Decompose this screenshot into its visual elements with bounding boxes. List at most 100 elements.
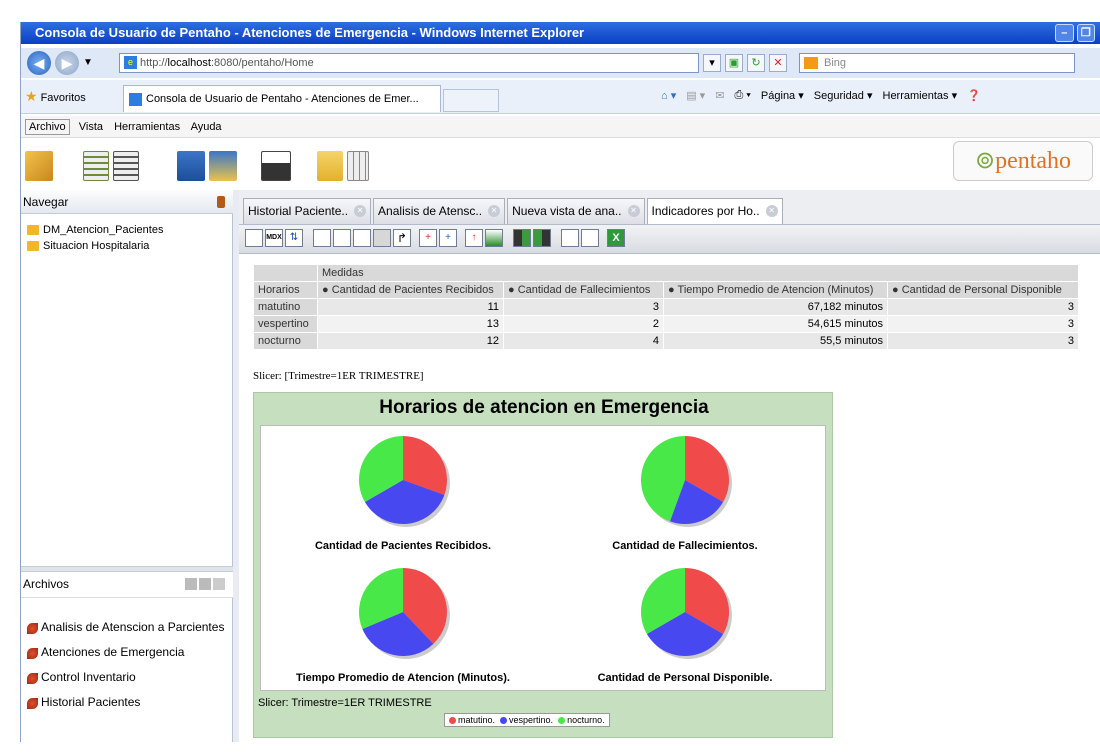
- folder-icon[interactable]: [317, 151, 343, 181]
- refresh-icon[interactable]: [217, 196, 225, 208]
- save-as-icon[interactable]: [209, 151, 237, 181]
- forward-button[interactable]: ▶: [55, 51, 79, 75]
- command-page[interactable]: Página ▾: [761, 89, 804, 102]
- new-tab-button[interactable]: [443, 89, 499, 112]
- help-icon[interactable]: ❓: [967, 89, 981, 102]
- menu-ayuda[interactable]: Ayuda: [191, 121, 222, 133]
- url-path: :8080/pentaho/Home: [210, 57, 314, 69]
- column-header[interactable]: ● Cantidad de Fallecimientos: [503, 281, 664, 299]
- folder-icon: [27, 241, 39, 251]
- column-header[interactable]: ● Tiempo Promedio de Atencion (Minutos): [663, 281, 888, 299]
- command-security[interactable]: Seguridad ▾: [814, 89, 873, 102]
- folder-item[interactable]: Situacion Hospitalaria: [27, 238, 163, 254]
- minimize-icon[interactable]: –: [1055, 24, 1074, 42]
- command-tools[interactable]: Herramientas ▾: [883, 89, 958, 102]
- chart-slicer-text: Slicer: Trimestre=1ER TRIMESTRE: [258, 697, 432, 709]
- close-icon[interactable]: ✕: [627, 205, 640, 217]
- files-title: Archivos: [23, 577, 70, 591]
- tab-analisis[interactable]: Analisis de Atensc.. ✕: [373, 198, 506, 224]
- cube-navigator-icon[interactable]: [245, 229, 263, 247]
- search-input[interactable]: Bing: [799, 53, 1075, 73]
- favorites-button[interactable]: ★ Favoritos: [25, 88, 86, 105]
- row-header[interactable]: nocturno: [253, 332, 318, 350]
- dropdown-icon[interactable]: ▾: [703, 54, 721, 72]
- refresh-icon[interactable]: ↻: [747, 54, 765, 72]
- menu-herramientas[interactable]: Herramientas: [114, 121, 180, 133]
- file-item[interactable]: Atenciones de Emergencia: [27, 645, 184, 659]
- file-item[interactable]: Historial Pacientes: [27, 695, 140, 709]
- folder-icon: [27, 225, 39, 235]
- table-cell: 3: [887, 332, 1079, 350]
- print-icon[interactable]: ⎙ ▾: [734, 89, 750, 102]
- folder-item[interactable]: DM_Atencion_Pacientes: [27, 222, 163, 238]
- columns-icon[interactable]: [333, 229, 351, 247]
- chart-config-icon[interactable]: [533, 229, 551, 247]
- row-header[interactable]: matutino: [253, 298, 318, 316]
- chart-legend: matutino. vespertino. nocturno.: [444, 713, 610, 727]
- file-item[interactable]: Control Inventario: [27, 670, 136, 684]
- new-analysis-icon[interactable]: [113, 151, 139, 181]
- tab-title: Consola de Usuario de Pentaho - Atencion…: [146, 93, 419, 105]
- save-icon[interactable]: [177, 151, 205, 181]
- print-report-icon[interactable]: [261, 151, 291, 181]
- measures-header[interactable]: Medidas: [317, 264, 1079, 282]
- tab-historial[interactable]: Historial Paciente.. ✕: [243, 198, 372, 224]
- file-actions-icon[interactable]: [185, 578, 225, 590]
- table-cell: 4: [503, 332, 664, 350]
- drill-replace-icon[interactable]: ↑: [465, 229, 483, 247]
- excel-icon[interactable]: X: [607, 229, 625, 247]
- legend-item: vespertino.: [500, 714, 553, 726]
- grid-icon[interactable]: [313, 229, 331, 247]
- favorites-label: Favoritos: [40, 92, 86, 104]
- home-icon[interactable]: ⌂ ▾: [661, 89, 676, 102]
- tab-nueva-vista[interactable]: Nueva vista de ana.. ✕: [507, 198, 645, 224]
- legend-item: matutino.: [449, 714, 495, 726]
- menu-archivo[interactable]: Archivo: [25, 119, 70, 135]
- table-cell: 54,615 minutos: [663, 315, 888, 333]
- empty-rows-icon[interactable]: [353, 229, 371, 247]
- feeds-icon[interactable]: ▤ ▾: [686, 89, 705, 102]
- back-button[interactable]: ◀: [27, 51, 51, 75]
- tab-label: Nueva vista de ana..: [512, 204, 622, 218]
- new-report-icon[interactable]: [83, 151, 109, 181]
- history-dropdown-icon[interactable]: ▼: [83, 57, 93, 68]
- close-icon[interactable]: ✕: [354, 205, 367, 217]
- bing-icon: [804, 57, 818, 69]
- pdf-icon[interactable]: [581, 229, 599, 247]
- sort-icon[interactable]: ⇅: [285, 229, 303, 247]
- open-icon[interactable]: [25, 151, 53, 181]
- tab-indicadores[interactable]: Indicadores por Ho.. ✕: [646, 198, 783, 224]
- drill-position-icon[interactable]: +: [439, 229, 457, 247]
- mail-icon[interactable]: ✉: [715, 89, 724, 102]
- drill-member-icon[interactable]: +: [419, 229, 437, 247]
- close-icon[interactable]: ✕: [488, 205, 501, 217]
- drill-icon[interactable]: ↱: [393, 229, 411, 247]
- title-bar: Consola de Usuario de Pentaho - Atencion…: [21, 22, 1100, 44]
- file-item[interactable]: Analisis de Atenscion a Parcientes: [27, 620, 224, 634]
- folder-label: DM_Atencion_Pacientes: [43, 224, 164, 236]
- pentaho-logo: ⊚pentaho: [953, 141, 1093, 181]
- row-axis-header[interactable]: Horarios: [253, 281, 318, 299]
- menu-vista[interactable]: Vista: [79, 121, 103, 133]
- file-label: Historial Pacientes: [41, 695, 141, 709]
- mdx-icon[interactable]: MDX: [265, 229, 283, 247]
- drill-through-icon[interactable]: [485, 229, 503, 247]
- column-header[interactable]: ● Cantidad de Pacientes Recibidos: [317, 281, 504, 299]
- print-settings-icon[interactable]: [561, 229, 579, 247]
- chart-container: Horarios de atencion en Emergencia Canti…: [253, 392, 833, 738]
- chart-icon[interactable]: [513, 229, 531, 247]
- row-header[interactable]: vespertino: [253, 315, 318, 333]
- url-field[interactable]: e http://localhost:8080/pentaho/Home: [119, 53, 699, 73]
- column-header[interactable]: ● Cantidad de Personal Disponible: [887, 281, 1079, 299]
- stop-icon[interactable]: ✕: [769, 54, 787, 72]
- legend-swatch: [449, 717, 456, 724]
- close-icon[interactable]: ✕: [765, 205, 778, 217]
- compat-view-icon[interactable]: ▣: [725, 54, 743, 72]
- layout-icon[interactable]: [347, 151, 369, 181]
- legend-label: nocturno.: [567, 715, 605, 725]
- browser-tab[interactable]: Consola de Usuario de Pentaho - Atencion…: [123, 85, 441, 112]
- pie-label: Cantidad de Personal Disponible.: [597, 672, 773, 684]
- swap-axes-icon[interactable]: [373, 229, 391, 247]
- table-cell: 55,5 minutos: [663, 332, 888, 350]
- maximize-icon[interactable]: ❐: [1076, 24, 1095, 42]
